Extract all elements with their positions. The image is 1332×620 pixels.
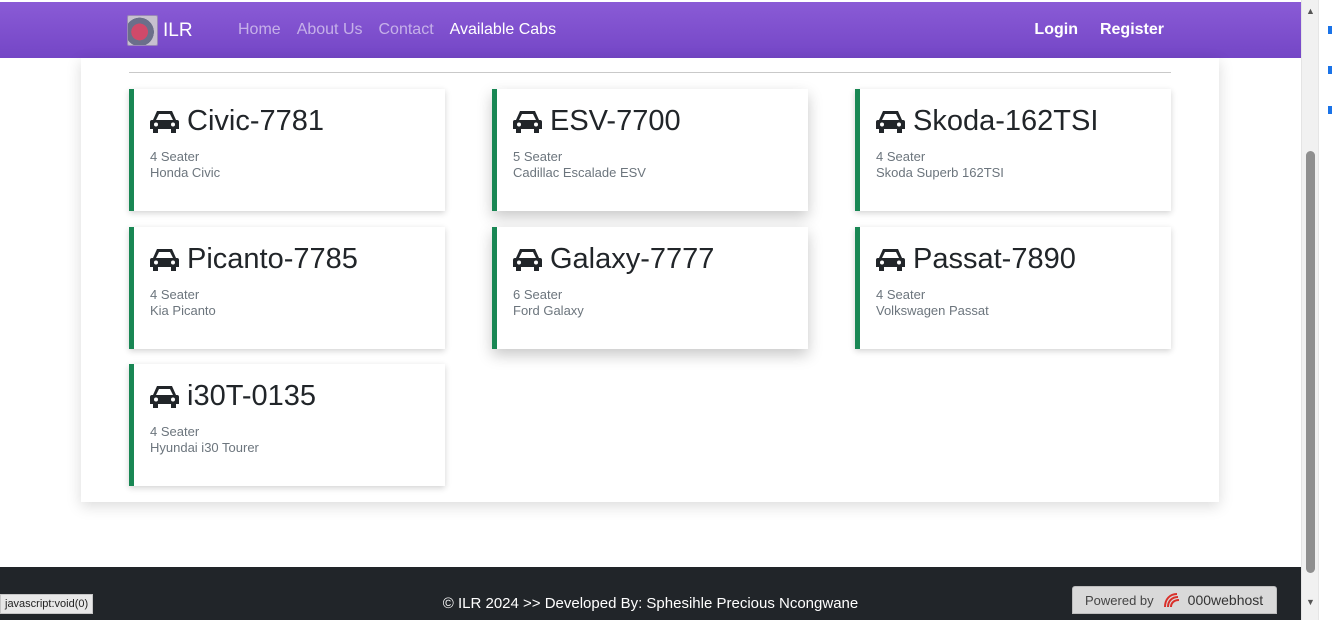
car-icon: [150, 248, 179, 271]
cab-plate: Skoda-162TSI: [913, 105, 1099, 137]
cab-seats: 4 Seater: [150, 287, 200, 302]
car-icon: [876, 248, 905, 271]
login-link[interactable]: Login: [1034, 21, 1078, 39]
cab-plate: Civic-7781: [187, 105, 324, 137]
cab-model: Skoda Superb 162TSI: [876, 165, 1004, 180]
cab-seats: 4 Seater: [150, 424, 200, 439]
browser-viewport: ILR Home About Us Contact Available Cabs…: [0, 0, 1301, 620]
vertical-scrollbar[interactable]: ▲ ▼: [1301, 0, 1318, 620]
scroll-down-arrow-icon[interactable]: ▼: [1306, 597, 1315, 607]
side-panel-marker: [1328, 26, 1332, 34]
cab-plate: i30T-0135: [187, 380, 316, 412]
brand[interactable]: ILR: [127, 15, 193, 46]
webhost-logo-icon: [1163, 593, 1179, 608]
cab-model: Kia Picanto: [150, 303, 216, 318]
cab-plate: ESV-7700: [550, 105, 681, 137]
nav-link-home[interactable]: Home: [238, 21, 281, 39]
car-icon: [513, 110, 542, 133]
cab-card[interactable]: Civic-7781 4 Seater Honda Civic: [129, 89, 445, 211]
nav-link-about-us[interactable]: About Us: [297, 21, 363, 39]
cab-seats: 6 Seater: [513, 287, 563, 302]
cab-card[interactable]: ESV-7700 5 Seater Cadillac Escalade ESV: [492, 89, 808, 211]
cab-model: Ford Galaxy: [513, 303, 584, 318]
car-icon: [876, 110, 905, 133]
cab-card-header: Picanto-7785: [150, 243, 358, 276]
hosting-badge-brand: 000webhost: [1187, 592, 1264, 608]
cab-card[interactable]: Galaxy-7777 6 Seater Ford Galaxy: [492, 227, 808, 349]
cab-card[interactable]: Skoda-162TSI 4 Seater Skoda Superb 162TS…: [855, 89, 1171, 211]
nav-links: Home About Us Contact Available Cabs: [238, 21, 556, 39]
navbar: ILR Home About Us Contact Available Cabs…: [0, 2, 1301, 58]
hosting-badge[interactable]: Powered by 000webhost: [1072, 586, 1277, 614]
hosting-badge-prefix: Powered by: [1085, 592, 1154, 608]
cab-model: Honda Civic: [150, 165, 221, 180]
car-icon: [513, 248, 542, 271]
cab-card-header: Galaxy-7777: [513, 243, 714, 276]
cab-plate: Picanto-7785: [187, 243, 358, 275]
cab-plate: Passat-7890: [913, 243, 1076, 275]
cab-plate: Galaxy-7777: [550, 243, 715, 275]
browser-side-panel: [1318, 0, 1332, 620]
side-panel-marker: [1328, 106, 1332, 114]
cab-card-header: ESV-7700: [513, 105, 681, 138]
cab-seats: 5 Seater: [513, 149, 563, 164]
car-icon: [150, 110, 179, 133]
side-panel-marker: [1328, 66, 1332, 74]
cab-seats: 4 Seater: [876, 149, 926, 164]
cab-card-header: Skoda-162TSI: [876, 105, 1098, 138]
cabs-panel: Civic-7781 4 Seater Honda Civic ESV-7700…: [81, 58, 1219, 502]
cab-card-header: i30T-0135: [150, 380, 316, 413]
cab-card[interactable]: i30T-0135 4 Seater Hyundai i30 Tourer: [129, 364, 445, 486]
car-icon: [150, 385, 179, 408]
brand-name: ILR: [163, 19, 193, 41]
cab-card-header: Passat-7890: [876, 243, 1076, 276]
cab-model: Volkswagen Passat: [876, 303, 989, 318]
brand-logo: [127, 15, 158, 46]
cab-seats: 4 Seater: [150, 149, 200, 164]
cab-model: Hyundai i30 Tourer: [150, 440, 259, 455]
register-link[interactable]: Register: [1100, 21, 1164, 39]
cab-model: Cadillac Escalade ESV: [513, 165, 646, 180]
auth-links: Login Register: [1034, 21, 1164, 39]
cab-card-header: Civic-7781: [150, 105, 324, 138]
divider: [129, 72, 1171, 73]
cab-card[interactable]: Picanto-7785 4 Seater Kia Picanto: [129, 227, 445, 349]
scrollbar-thumb[interactable]: [1306, 151, 1315, 573]
nav-link-available-cabs[interactable]: Available Cabs: [450, 21, 556, 39]
cab-seats: 4 Seater: [876, 287, 926, 302]
scroll-up-arrow-icon[interactable]: ▲: [1306, 6, 1315, 16]
cab-card[interactable]: Passat-7890 4 Seater Volkswagen Passat: [855, 227, 1171, 349]
nav-link-contact[interactable]: Contact: [379, 21, 434, 39]
status-bar-url: javascript:void(0): [0, 594, 94, 614]
